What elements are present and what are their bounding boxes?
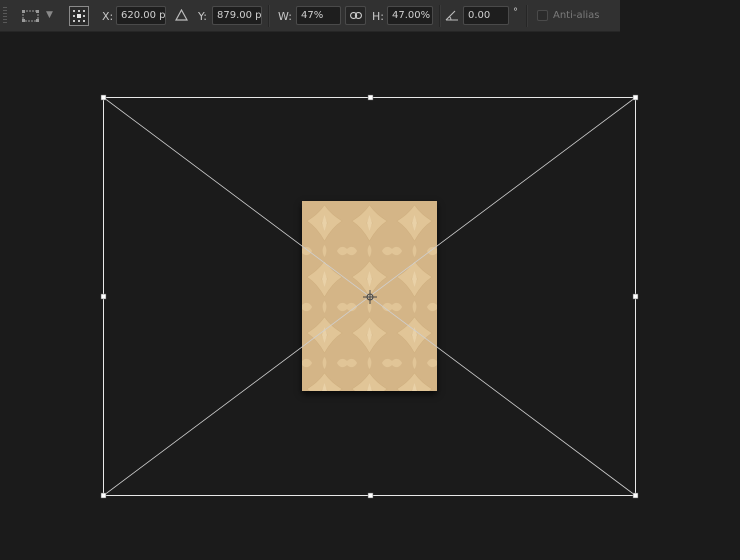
handle-top-center[interactable] [367, 94, 374, 101]
handle-middle-right[interactable] [632, 293, 639, 300]
handle-bottom-center[interactable] [367, 492, 374, 499]
handle-top-left[interactable] [100, 94, 107, 101]
handle-bottom-right[interactable] [632, 492, 639, 499]
handle-top-right[interactable] [632, 94, 639, 101]
handle-middle-left[interactable] [100, 293, 107, 300]
transform-bounding-box[interactable] [0, 0, 740, 560]
handle-bottom-left[interactable] [100, 492, 107, 499]
